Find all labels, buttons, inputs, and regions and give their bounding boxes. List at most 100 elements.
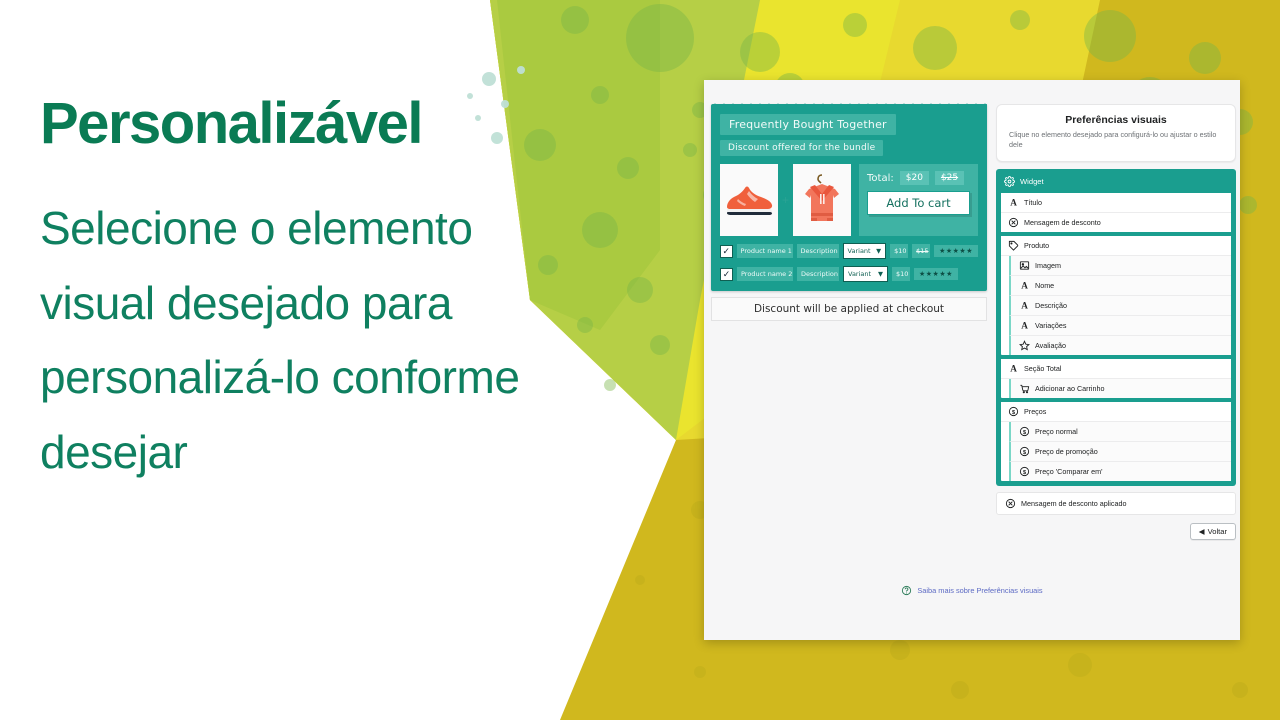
tree-item-mensagem-desconto-aplicado[interactable]: Mensagem de desconto aplicado xyxy=(996,491,1236,515)
widget-total-section[interactable]: Total: $20 $25 Add To cart xyxy=(859,164,978,236)
question-icon xyxy=(901,585,912,596)
tree-group: $ Preços $ Preço normal $ Preço de promo… xyxy=(1001,401,1231,481)
product-description[interactable]: Description xyxy=(797,267,839,281)
tree-item-adicionar-carrinho[interactable]: Adicionar ao Carrinho xyxy=(1009,378,1231,398)
tree-item-preco-normal[interactable]: $ Preço normal xyxy=(1009,421,1231,442)
element-tree: Widget A Título Mensagem de desconto Pro… xyxy=(996,168,1236,486)
variant-select[interactable]: Variant ▼ xyxy=(842,243,887,259)
visual-preferences-panel: Preferências visuais Clique no elemento … xyxy=(996,104,1236,540)
tree-item-preco-promocao[interactable]: $ Preço de promoção xyxy=(1009,441,1231,462)
money-icon: $ xyxy=(1008,406,1019,417)
tree-item-produto[interactable]: Produto xyxy=(1001,235,1231,256)
app-window: Frequently Bought Together Discount offe… xyxy=(704,80,1240,640)
tree-item-label: Descrição xyxy=(1035,300,1067,310)
discount-icon xyxy=(1005,498,1016,509)
tree-root-label: Widget xyxy=(1020,176,1044,186)
variant-label: Variant xyxy=(848,270,872,278)
plus-icon: + xyxy=(782,193,790,207)
product-description[interactable]: Description xyxy=(796,244,839,258)
star-icon xyxy=(1019,340,1030,351)
product-name[interactable]: Product name 2 xyxy=(737,267,793,281)
discount-icon xyxy=(1008,217,1019,228)
slide-body-text: Selecione o elemento visual desejado par… xyxy=(40,202,520,478)
hoodie-icon xyxy=(805,174,840,221)
text-icon: A xyxy=(1008,363,1019,374)
back-button-label: Voltar xyxy=(1207,526,1227,536)
fbt-widget-card[interactable]: Frequently Bought Together Discount offe… xyxy=(711,101,987,291)
tree-item-descricao[interactable]: A Descrição xyxy=(1009,295,1231,316)
svg-text:A: A xyxy=(1010,198,1017,208)
hoodie-image[interactable] xyxy=(793,164,852,236)
widget-preview-panel: Frequently Bought Together Discount offe… xyxy=(707,101,991,321)
table-row[interactable]: ✓ Product name 2 Description Variant ▼ $… xyxy=(720,266,978,282)
product-price: $10 xyxy=(890,244,909,258)
settings-title: Preferências visuais xyxy=(1065,114,1167,126)
table-row[interactable]: ✓ Product name 1 Description Variant ▼ $… xyxy=(720,243,978,259)
page-title: Personalizável xyxy=(40,91,424,156)
money-icon: $ xyxy=(1019,466,1030,477)
svg-text:A: A xyxy=(1021,321,1028,331)
variant-select[interactable]: Variant ▼ xyxy=(843,266,888,282)
checkbox-icon[interactable]: ✓ xyxy=(720,244,733,258)
tag-icon xyxy=(1008,240,1019,251)
tree-root-widget[interactable]: Widget xyxy=(1001,175,1231,193)
caret-left-icon: ◀ xyxy=(1198,526,1205,536)
tree-group: A Seção Total Adicionar ao Carrinho xyxy=(1001,358,1231,398)
variant-label: Variant xyxy=(847,247,871,255)
total-compare-price: $25 xyxy=(934,171,965,185)
tree-item-titulo[interactable]: A Título xyxy=(1001,192,1231,213)
chevron-down-icon: ▼ xyxy=(876,247,882,255)
learn-more-row: Saiba mais sobre Preferências visuais xyxy=(704,585,1240,596)
product-name[interactable]: Product name 1 xyxy=(736,244,793,258)
widget-products-row: + Total: $20 $25 Add To cart xyxy=(720,164,978,236)
svg-text:$: $ xyxy=(1023,470,1026,476)
tree-item-label: Mensagem de desconto aplicado xyxy=(1021,498,1127,508)
tree-item-precos[interactable]: $ Preços xyxy=(1001,401,1231,422)
svg-text:A: A xyxy=(1021,301,1028,311)
tree-item-avaliacao[interactable]: Avaliação xyxy=(1009,335,1231,355)
back-button-row: ◀ Voltar xyxy=(996,522,1236,540)
tree-item-mensagem-desconto[interactable]: Mensagem de desconto xyxy=(1001,212,1231,232)
tree-item-secao-total[interactable]: A Seção Total xyxy=(1001,358,1231,379)
tree-item-preco-comparar-em[interactable]: $ Preço 'Comparar em' xyxy=(1009,461,1231,481)
tree-item-label: Preço 'Comparar em' xyxy=(1035,466,1103,476)
tree-item-label: Preços xyxy=(1024,406,1047,416)
image-icon xyxy=(1019,260,1030,271)
tree-item-label: Variações xyxy=(1035,320,1067,330)
tree-item-label: Seção Total xyxy=(1024,363,1062,373)
widget-title[interactable]: Frequently Bought Together xyxy=(720,114,896,135)
product-rating[interactable]: ★★★★★ xyxy=(914,268,958,280)
text-icon: A xyxy=(1019,300,1030,311)
tree-group: A Título Mensagem de desconto xyxy=(1001,192,1231,232)
checkout-discount-note: Discount will be applied at checkout xyxy=(711,297,987,321)
tree-item-label: Avaliação xyxy=(1035,340,1067,350)
tree-item-label: Produto xyxy=(1024,240,1050,250)
back-button[interactable]: ◀ Voltar xyxy=(1189,522,1236,540)
money-icon: $ xyxy=(1019,446,1030,457)
gear-icon xyxy=(1004,175,1015,187)
text-icon: A xyxy=(1019,280,1030,291)
svg-text:$: $ xyxy=(1023,430,1026,436)
product-rating[interactable]: ★★★★★ xyxy=(934,245,978,257)
slide-canvas: Personalizável Selecione o elemento visu… xyxy=(0,0,1280,720)
tree-item-imagem[interactable]: Imagem xyxy=(1009,255,1231,276)
tree-item-label: Nome xyxy=(1035,280,1055,290)
checkbox-icon[interactable]: ✓ xyxy=(720,267,733,281)
svg-text:$: $ xyxy=(1012,410,1015,416)
svg-text:A: A xyxy=(1010,364,1017,374)
tree-item-label: Mensagem de desconto xyxy=(1024,217,1101,227)
tree-item-label: Adicionar ao Carrinho xyxy=(1035,383,1105,393)
cart-icon xyxy=(1019,383,1030,394)
learn-more-link[interactable]: Saiba mais sobre Preferências visuais xyxy=(917,586,1042,595)
total-price: $20 xyxy=(899,171,929,185)
widget-discount-message[interactable]: Discount offered for the bundle xyxy=(720,140,884,156)
money-icon: $ xyxy=(1019,426,1030,437)
text-icon: A xyxy=(1008,197,1019,208)
sneaker-image[interactable] xyxy=(720,164,778,236)
add-to-cart-button[interactable]: Add To cart xyxy=(867,191,970,215)
settings-header-card: Preferências visuais Clique no elemento … xyxy=(996,104,1236,162)
tree-item-nome[interactable]: A Nome xyxy=(1009,275,1231,296)
tree-item-variacoes[interactable]: A Variações xyxy=(1009,315,1231,336)
text-icon: A xyxy=(1019,320,1030,331)
total-label: Total: xyxy=(867,172,894,184)
